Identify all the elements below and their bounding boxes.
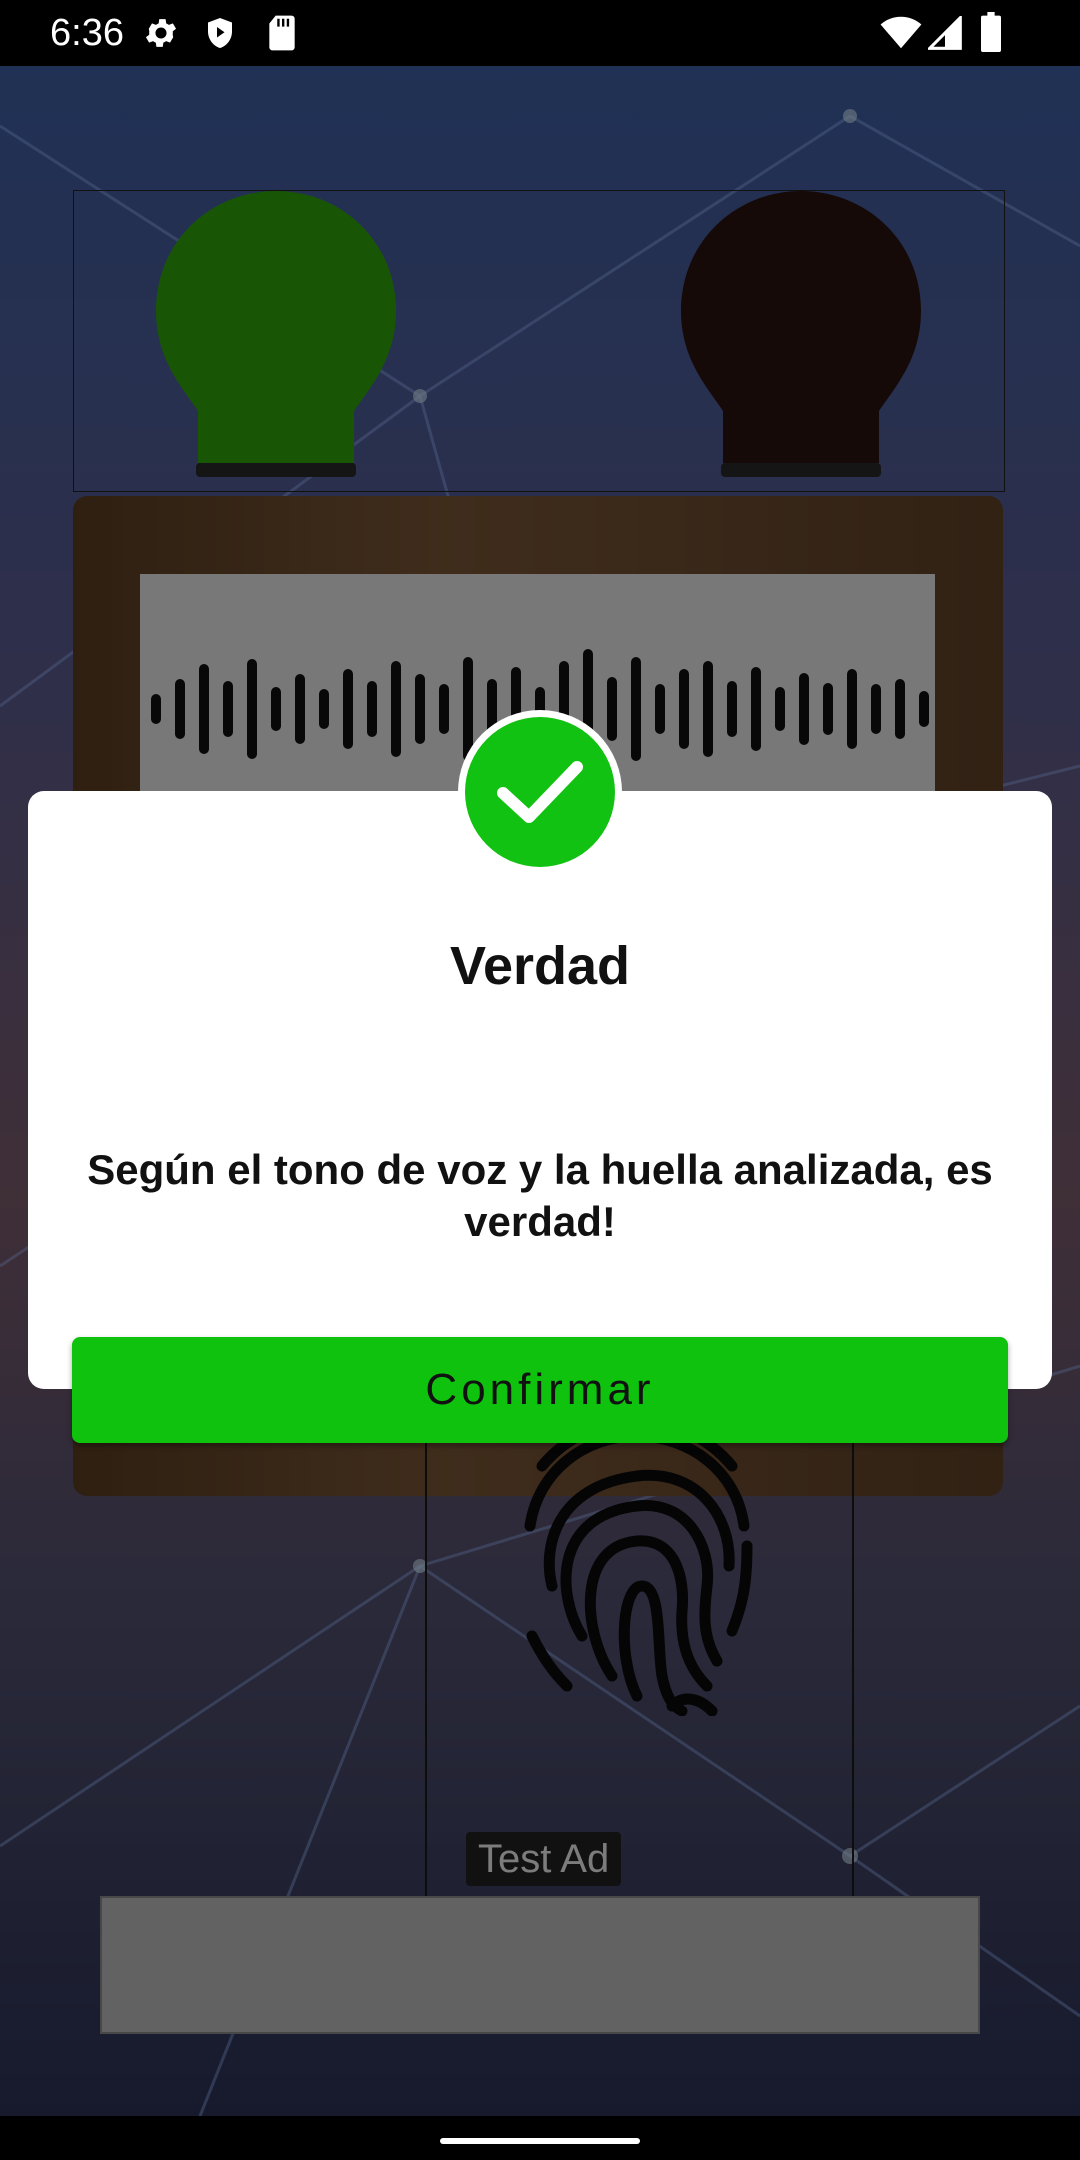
navigation-bar xyxy=(0,2116,1080,2160)
status-bar: 6:36 xyxy=(0,0,1080,66)
check-icon xyxy=(497,761,583,823)
cell-signal-icon xyxy=(926,14,962,55)
shield-play-icon xyxy=(202,14,238,57)
gear-icon xyxy=(142,14,180,57)
wifi-icon xyxy=(880,16,922,55)
result-dialog xyxy=(28,791,1052,1389)
status-time: 6:36 xyxy=(50,12,124,54)
confirm-button[interactable]: Confirmar xyxy=(72,1337,1008,1443)
dialog-title: Verdad xyxy=(449,936,631,996)
home-gesture-handle[interactable] xyxy=(440,2138,640,2144)
success-badge xyxy=(458,710,622,874)
check-circle xyxy=(465,717,615,867)
sd-card-icon xyxy=(266,14,298,57)
dialog-message: Según el tono de voz y la huella analiza… xyxy=(87,1146,993,1245)
battery-icon xyxy=(980,12,1002,57)
